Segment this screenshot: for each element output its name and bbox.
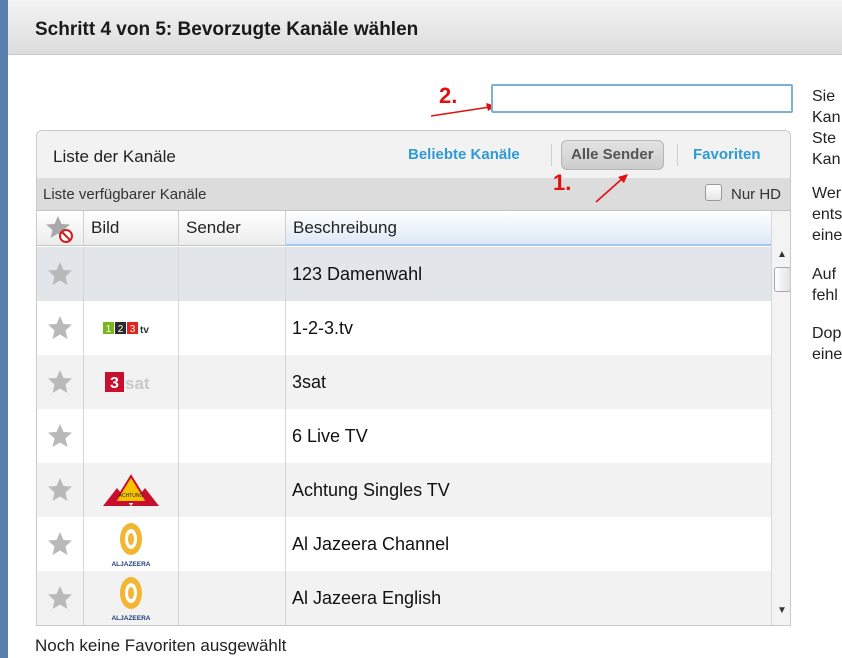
table-row[interactable]: ALJAZEERA Al Jazeera Channel <box>37 517 771 571</box>
description-cell: 1-2-3.tv <box>292 318 354 338</box>
star-icon <box>48 424 72 447</box>
favorite-toggle[interactable] <box>37 409 84 463</box>
available-channels-label: Liste verfügbarer Kanäle <box>43 186 207 203</box>
side-help-text-1: Sie Kan Ste Kan <box>812 88 841 168</box>
svg-text:3: 3 <box>130 324 136 335</box>
table-row[interactable]: ALJAZEERA Al Jazeera English <box>37 571 771 625</box>
3sat-logo: 3 sat <box>105 372 150 393</box>
svg-text:ACHTUNG: ACHTUNG <box>119 493 144 499</box>
column-header-bild[interactable]: Bild <box>84 211 179 246</box>
description-cell: Al Jazeera English <box>292 588 442 608</box>
svg-text:3: 3 <box>110 375 119 392</box>
description-cell: Achtung Singles TV <box>292 480 450 500</box>
panel-header: Liste der Kanäle Beliebte Kanäle Alle Se… <box>37 131 790 178</box>
side-help-text-3: Auf fehl <box>812 266 838 304</box>
description-cell: 3sat <box>292 372 327 392</box>
svg-text:ALJAZEERA: ALJAZEERA <box>111 561 150 568</box>
svg-text:1: 1 <box>106 324 112 335</box>
column-header-beschreibung[interactable]: Beschreibung <box>286 211 771 246</box>
star-icon <box>48 370 72 393</box>
tab-divider <box>551 144 552 166</box>
hd-only-label: Nur HD <box>731 186 782 203</box>
favorite-toggle[interactable] <box>37 463 84 517</box>
annotation-arrow-1 <box>595 174 628 203</box>
favorite-toggle[interactable] <box>37 517 84 571</box>
column-header-favorite[interactable] <box>37 211 84 246</box>
scrollbar-thumb[interactable] <box>774 267 790 292</box>
description-cell: Al Jazeera Channel <box>292 534 450 554</box>
table-row[interactable]: ACHTUNG Achtung Singles TV <box>37 463 771 517</box>
channel-logo-cell <box>84 247 179 301</box>
panel-subheader: Liste verfügbarer Kanäle Nur HD <box>37 178 790 210</box>
sender-cell <box>179 571 286 625</box>
favorite-filter-icon <box>46 216 73 243</box>
hd-only-checkbox[interactable] <box>705 184 722 201</box>
channel-grid: Bild Sender Beschreibung 123 Damenwahl 1… <box>37 210 790 625</box>
no-favorites-status: Noch keine Favoriten ausgewählt <box>35 636 287 655</box>
dialog-titlebar: Schritt 4 von 5: Bevorzugte Kanäle wähle… <box>8 0 842 55</box>
channel-logo-cell: ALJAZEERA <box>84 517 179 571</box>
description-cell: 6 Live TV <box>292 426 368 446</box>
channel-logo-cell: ACHTUNG <box>84 463 179 517</box>
channel-logo-cell: 1 2 3 tv <box>84 301 179 355</box>
favorite-toggle[interactable] <box>37 301 84 355</box>
annotation-arrow-2 <box>430 103 496 117</box>
side-help-text-4: Dop eine <box>812 325 842 363</box>
aljazeera-logo: ALJAZEERA <box>111 577 151 622</box>
tab-favoriten[interactable]: Favoriten <box>693 140 761 170</box>
aljazeera-logo: ALJAZEERA <box>111 523 151 568</box>
sender-cell <box>179 463 286 517</box>
star-icon <box>48 532 72 555</box>
svg-text:sat: sat <box>125 374 150 393</box>
table-row[interactable]: 123 Damenwahl <box>37 247 771 301</box>
dialog-title: Schritt 4 von 5: Bevorzugte Kanäle wähle… <box>35 19 419 40</box>
description-cell: 123 Damenwahl <box>292 264 423 284</box>
favorite-toggle[interactable] <box>37 247 84 301</box>
grid-scrollbar[interactable]: ▲ ▼ <box>771 211 790 625</box>
tab-divider <box>677 144 678 166</box>
tab-alle-sender[interactable]: Alle Sender <box>561 140 664 170</box>
column-header-sender[interactable]: Sender <box>179 211 286 246</box>
svg-text:tv: tv <box>140 325 149 336</box>
dialog: Schritt 4 von 5: Bevorzugte Kanäle wähle… <box>8 0 842 658</box>
star-icon <box>48 316 72 339</box>
channel-logo-cell: 3 sat <box>84 355 179 409</box>
sender-cell <box>179 247 286 301</box>
table-row[interactable]: 1 2 3 tv 1-2-3.tv <box>37 301 771 355</box>
table-row[interactable]: 6 Live TV <box>37 409 771 463</box>
channel-logo-cell <box>84 409 179 463</box>
sender-cell <box>179 409 286 463</box>
favorite-toggle[interactable] <box>37 571 84 625</box>
scroll-up-arrow-icon[interactable]: ▲ <box>776 249 788 261</box>
sender-cell <box>179 517 286 571</box>
table-row[interactable]: 3 sat 3sat <box>37 355 771 409</box>
grid-header: Bild Sender Beschreibung <box>37 211 771 246</box>
side-help-text-2: Wer ents eine <box>812 185 842 244</box>
search-input[interactable] <box>491 84 793 113</box>
123tv-logo: 1 2 3 tv <box>103 322 149 336</box>
sender-cell <box>179 301 286 355</box>
scroll-down-arrow-icon[interactable]: ▼ <box>776 605 788 617</box>
achtung-singles-logo: ACHTUNG <box>103 474 159 506</box>
channel-logo-cell: ALJAZEERA <box>84 571 179 625</box>
panel-title: Liste der Kanäle <box>53 147 176 166</box>
star-icon <box>48 262 72 285</box>
grid-rows: 123 Damenwahl 1 2 3 tv 1-2-3.tv 3 sat 3s… <box>37 247 771 625</box>
channel-list-panel: Liste der Kanäle Beliebte Kanäle Alle Se… <box>36 130 791 626</box>
annotation-step-1: 1. <box>553 170 572 195</box>
tab-beliebte-kanaele[interactable]: Beliebte Kanäle <box>408 140 520 170</box>
star-icon <box>48 586 72 609</box>
sender-cell <box>179 355 286 409</box>
star-icon <box>48 478 72 501</box>
svg-text:ALJAZEERA: ALJAZEERA <box>111 615 150 622</box>
svg-text:2: 2 <box>118 324 124 335</box>
favorite-toggle[interactable] <box>37 355 84 409</box>
